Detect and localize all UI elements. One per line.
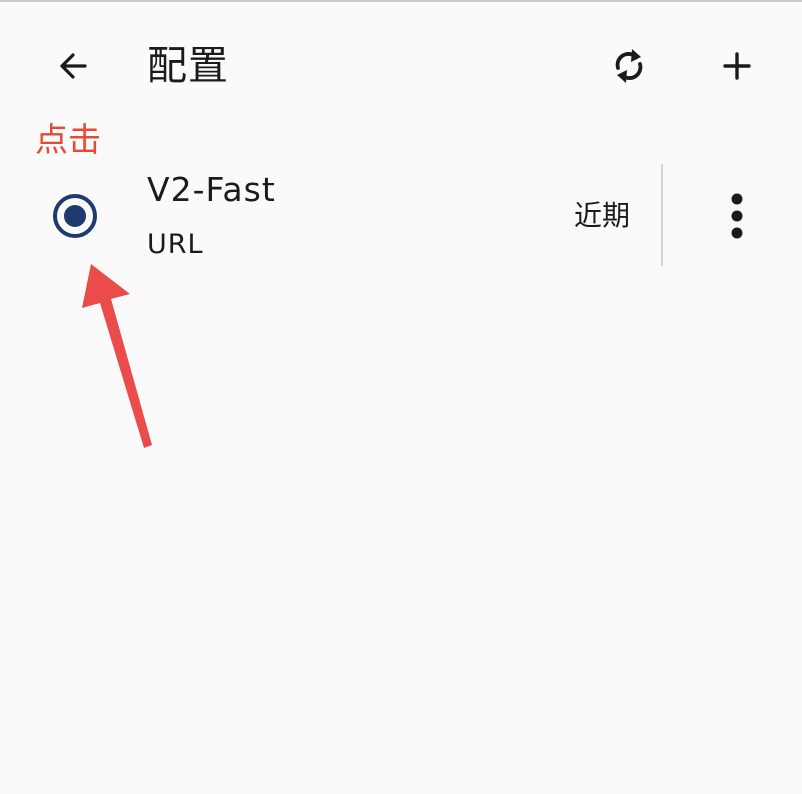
arrow-left-icon [60, 53, 87, 79]
back-button[interactable] [45, 38, 101, 94]
profile-list-item[interactable]: V2-Fast URL 近期 [0, 160, 802, 270]
annotation-label: 点击 [35, 120, 101, 159]
plus-icon [723, 52, 751, 80]
sync-icon [615, 49, 643, 83]
profile-updated-time: 近期 [574, 199, 631, 232]
profile-radio-button[interactable] [47, 188, 103, 244]
page-title: 配置 [147, 43, 229, 89]
profile-menu-button[interactable] [712, 188, 762, 244]
app-bar: 配置 [0, 2, 802, 128]
radio-selected-icon [53, 194, 97, 238]
sync-button[interactable] [601, 38, 657, 94]
row-divider [661, 164, 663, 266]
profile-name: V2-Fast [147, 170, 276, 209]
add-button[interactable] [709, 38, 765, 94]
profile-type: URL [147, 229, 204, 260]
more-vertical-icon [731, 193, 743, 239]
